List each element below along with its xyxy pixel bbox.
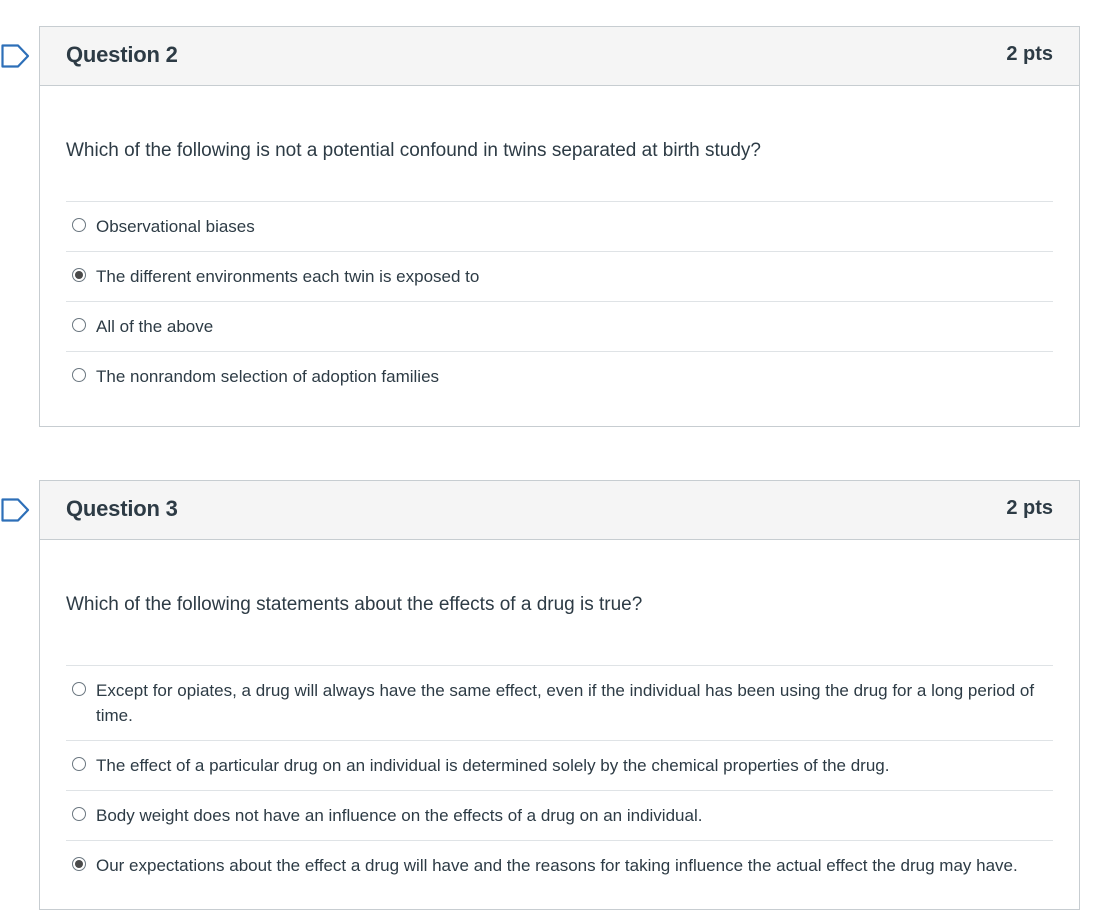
radio-button[interactable] <box>72 757 86 771</box>
answer-option[interactable]: The effect of a particular drug on an in… <box>66 740 1053 790</box>
answer-label: All of the above <box>96 317 214 336</box>
answer-list: Observational biases The different envir… <box>66 201 1053 401</box>
question-body: Which of the following is not a potentia… <box>40 86 1079 401</box>
question-title: Question 3 <box>66 496 178 521</box>
answer-label: The different environments each twin is … <box>96 267 480 286</box>
answer-list: Except for opiates, a drug will always h… <box>66 665 1053 890</box>
radio-button-selected[interactable] <box>72 268 86 282</box>
radio-button[interactable] <box>72 682 86 696</box>
radio-button[interactable] <box>72 218 86 232</box>
question-3-card: Question 3 2 pts Which of the following … <box>1 480 1080 910</box>
question-title: Question 2 <box>66 42 178 67</box>
answer-option[interactable]: Except for opiates, a drug will always h… <box>66 665 1053 740</box>
answer-option[interactable]: Body weight does not have an influence o… <box>66 790 1053 840</box>
answer-label: Except for opiates, a drug will always h… <box>96 681 1035 725</box>
answer-option[interactable]: The nonrandom selection of adoption fami… <box>66 351 1053 401</box>
answer-option[interactable]: Our expectations about the effect a drug… <box>66 840 1053 890</box>
answer-label: The nonrandom selection of adoption fami… <box>96 367 440 386</box>
answer-option[interactable]: Observational biases <box>66 201 1053 251</box>
question-body: Which of the following statements about … <box>40 540 1079 890</box>
radio-button-selected[interactable] <box>72 857 86 871</box>
answer-label: The effect of a particular drug on an in… <box>96 756 890 775</box>
flag-question-icon[interactable] <box>1 44 31 68</box>
question-header: Question 2 2 pts <box>40 27 1079 86</box>
answer-label: Body weight does not have an influence o… <box>96 806 703 825</box>
question-points: 2 pts <box>1006 43 1053 65</box>
answer-option[interactable]: All of the above <box>66 301 1053 351</box>
radio-button[interactable] <box>72 318 86 332</box>
question-points: 2 pts <box>1006 497 1053 519</box>
answer-label: Our expectations about the effect a drug… <box>96 856 1018 875</box>
question-header: Question 3 2 pts <box>40 481 1079 540</box>
question-text: Which of the following is not a potentia… <box>66 140 761 161</box>
answer-label: Observational biases <box>96 217 255 236</box>
radio-button[interactable] <box>72 807 86 821</box>
radio-button[interactable] <box>72 368 86 382</box>
question-text: Which of the following statements about … <box>66 594 643 615</box>
question-2-card: Question 2 2 pts Which of the following … <box>1 26 1080 427</box>
flag-question-icon[interactable] <box>1 498 31 522</box>
answer-option[interactable]: The different environments each twin is … <box>66 251 1053 301</box>
